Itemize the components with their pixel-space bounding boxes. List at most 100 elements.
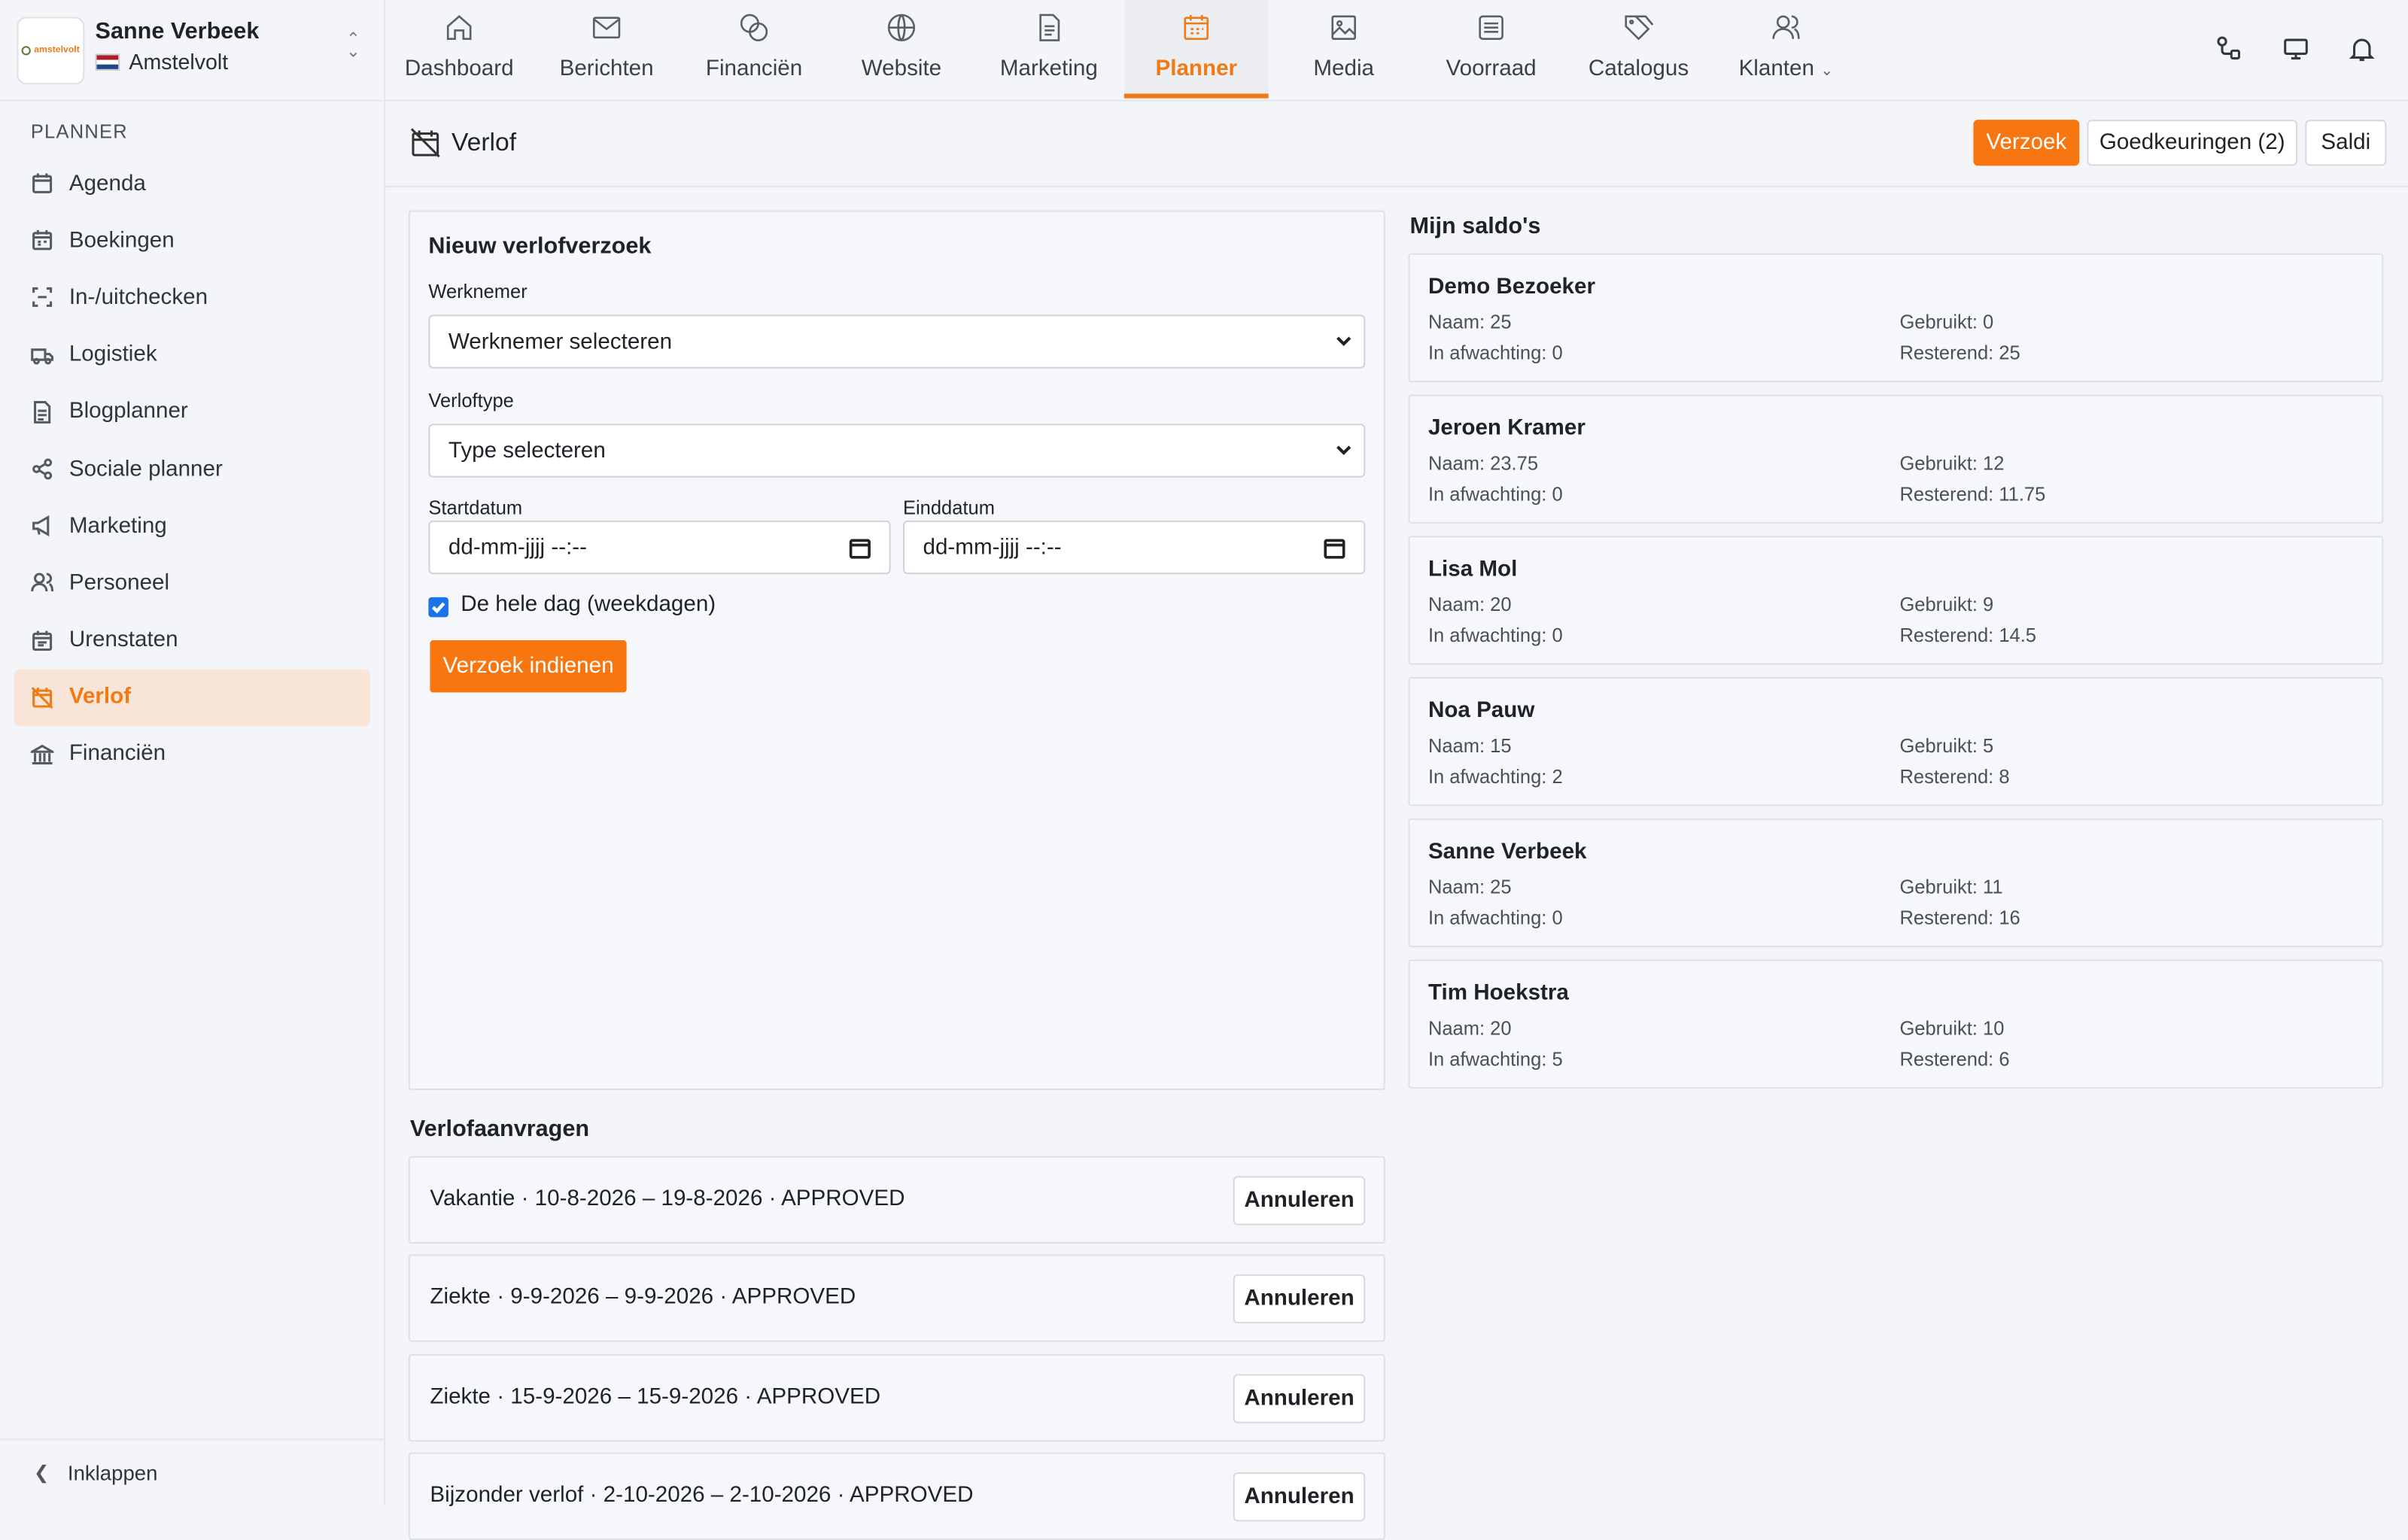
- start-date-value: dd-mm-jjjj --:--: [448, 535, 588, 560]
- tags-icon: [1625, 15, 1654, 41]
- balance-pending: In afwachting: 2: [1427, 766, 1563, 788]
- sidebar-item-verlof[interactable]: Verlof: [14, 669, 370, 727]
- tab-financien[interactable]: Financiën: [685, 0, 823, 99]
- globe-icon: [887, 14, 916, 41]
- employee-select[interactable]: Werknemer selecteren: [428, 314, 1366, 369]
- sidebar-item-in-uitchecken[interactable]: In-/uitchecken: [14, 269, 369, 327]
- fullday-checkbox[interactable]: [428, 597, 448, 618]
- approvals-button[interactable]: Goedkeuringen (2): [2087, 120, 2298, 166]
- sidebar-item-label: Verlof: [68, 685, 132, 710]
- sidebar-item-agenda[interactable]: Agenda: [14, 155, 369, 212]
- sidebar-item-urenstaten[interactable]: Urenstaten: [14, 612, 369, 669]
- tab-klanten[interactable]: Klanten ⌄: [1717, 0, 1856, 99]
- balances-button[interactable]: Saldi: [2305, 120, 2387, 166]
- balance-used: Gebruikt: 9: [1899, 594, 1994, 616]
- sidebar-item-label: Blogplanner: [68, 399, 188, 424]
- submit-request-button[interactable]: Verzoek indienen: [430, 640, 627, 693]
- tab-media[interactable]: Media: [1275, 0, 1413, 99]
- account-name: Sanne Verbeek: [95, 18, 260, 45]
- start-date-label: Startdatum: [428, 497, 523, 519]
- balance-pending: In afwachting: 0: [1427, 907, 1563, 929]
- cancel-request-button[interactable]: Annuleren: [1233, 1472, 1366, 1522]
- balance-card: Tim Hoekstra Naam: 20 Gebruikt: 10 In af…: [1408, 959, 2384, 1089]
- sidebar-nav: Agenda Boekingen In-/uitchecken Logistie…: [14, 155, 370, 783]
- balance-pending: In afwachting: 5: [1427, 1048, 1563, 1071]
- sidebar-item-label: Logistiek: [68, 342, 157, 368]
- list-item: Bijzonder verlof · 2-10-2026 – 2-10-2026…: [408, 1452, 1385, 1540]
- tab-berichten[interactable]: Berichten: [537, 0, 676, 99]
- balance-employee-name: Noa Pauw: [1427, 698, 1535, 724]
- sidebar-item-logistiek[interactable]: Logistiek: [14, 327, 369, 384]
- chevron-left-icon: ❮: [33, 1461, 50, 1484]
- balance-remaining: Resterend: 25: [1899, 342, 2020, 364]
- megaphone-icon: [32, 515, 50, 537]
- tab-label-with-chevron: Klanten ⌄: [1739, 57, 1834, 82]
- tab-label: Website: [861, 56, 942, 82]
- connections-icon[interactable]: [2216, 35, 2244, 63]
- account-switcher[interactable]: amstelvolt Sanne Verbeek Amstelvolt ⌃ ⌄: [0, 0, 386, 102]
- sidebar-item-label: In-/uitchecken: [68, 285, 208, 311]
- balance-remaining: Resterend: 14.5: [1899, 624, 2037, 647]
- request-summary: Ziekte · 9-9-2026 – 9-9-2026 · APPROVED: [430, 1285, 856, 1310]
- sidebar-item-personeel[interactable]: Personeel: [14, 554, 369, 612]
- page-title: Verlof: [451, 129, 517, 157]
- sidebar-item-label: Sociale planner: [68, 457, 223, 481]
- tab-planner[interactable]: Planner: [1123, 0, 1269, 99]
- calendar-icon: [32, 173, 53, 194]
- list-item: Vakantie · 10-8-2026 – 19-8-2026 · APPRO…: [408, 1156, 1385, 1244]
- balance-card: Demo Bezoeker Naam: 25 Gebruikt: 0 In af…: [1408, 253, 2384, 383]
- request-button[interactable]: Verzoek: [1973, 120, 2080, 166]
- calendar-icon[interactable]: [1324, 537, 1345, 559]
- chevron-down-icon: [1336, 445, 1351, 455]
- leave-type-select[interactable]: Type selecteren: [428, 424, 1366, 478]
- form-title: Nieuw verlofverzoek: [428, 233, 652, 260]
- sidebar-item-label: Boekingen: [68, 228, 175, 254]
- sidebar-item-financien[interactable]: Financiën: [14, 726, 369, 783]
- chevron-down-icon: [1336, 336, 1351, 347]
- calendar-off-icon: [31, 686, 53, 709]
- home-icon: [446, 15, 472, 41]
- collapse-label: Inklappen: [67, 1460, 158, 1484]
- tab-label: Berichten: [559, 56, 654, 82]
- users-icon: [1772, 15, 1800, 39]
- sidebar-item-marketing[interactable]: Marketing: [14, 497, 369, 554]
- cancel-request-button[interactable]: Annuleren: [1233, 1374, 1366, 1423]
- tab-label: Media: [1313, 56, 1375, 82]
- balance-card: Jeroen Kramer Naam: 23.75 Gebruikt: 12 I…: [1408, 394, 2384, 524]
- tab-dashboard[interactable]: Dashboard: [390, 0, 528, 99]
- tab-voorraad[interactable]: Voorraad: [1422, 0, 1561, 99]
- balance-card: Noa Pauw Naam: 15 Gebruikt: 5 In afwacht…: [1408, 676, 2384, 806]
- cancel-request-button[interactable]: Annuleren: [1233, 1274, 1366, 1324]
- balance-total: Naam: 20: [1427, 594, 1512, 616]
- tab-website[interactable]: Website: [832, 0, 971, 99]
- calendar-icon[interactable]: [849, 537, 871, 559]
- fullday-label[interactable]: De hele dag (weekdagen): [461, 593, 716, 618]
- sidebar-item-label: Urenstaten: [68, 627, 178, 653]
- sidebar-item-blogplanner[interactable]: Blogplanner: [14, 384, 369, 441]
- tab-marketing[interactable]: Marketing: [980, 0, 1118, 99]
- coins-icon: [740, 14, 768, 41]
- end-date-input[interactable]: dd-mm-jjjj --:--: [902, 520, 1366, 575]
- bell-icon[interactable]: [2348, 35, 2376, 63]
- company-logo: amstelvolt: [17, 17, 85, 85]
- calendar-off-icon: [410, 128, 440, 158]
- truck-icon: [31, 348, 54, 364]
- sidebar-item-boekingen[interactable]: Boekingen: [14, 212, 369, 269]
- account-org: Amstelvolt: [95, 49, 228, 74]
- balance-employee-name: Lisa Mol: [1427, 557, 1518, 582]
- netherlands-flag-icon: [95, 53, 120, 70]
- document-icon: [1039, 14, 1060, 41]
- balance-pending: In afwachting: 0: [1427, 624, 1563, 647]
- chevron-updown-icon[interactable]: ⌃ ⌄: [341, 32, 366, 65]
- sidebar-item-label: Marketing: [68, 514, 167, 539]
- tab-catalogus[interactable]: Catalogus: [1570, 0, 1708, 99]
- start-date-input[interactable]: dd-mm-jjjj --:--: [428, 520, 891, 575]
- list-item: Ziekte · 15-9-2026 – 15-9-2026 · APPROVE…: [408, 1353, 1385, 1442]
- archive-icon: [1479, 15, 1503, 41]
- sidebar-item-sociale-planner[interactable]: Sociale planner: [14, 441, 369, 498]
- collapse-sidebar-button[interactable]: ❮ Inklappen: [0, 1438, 386, 1505]
- monitor-icon[interactable]: [2282, 35, 2310, 63]
- cancel-request-button[interactable]: Annuleren: [1233, 1176, 1366, 1226]
- sidebar-item-label: Personeel: [68, 570, 170, 596]
- tab-label: Planner: [1155, 56, 1238, 82]
